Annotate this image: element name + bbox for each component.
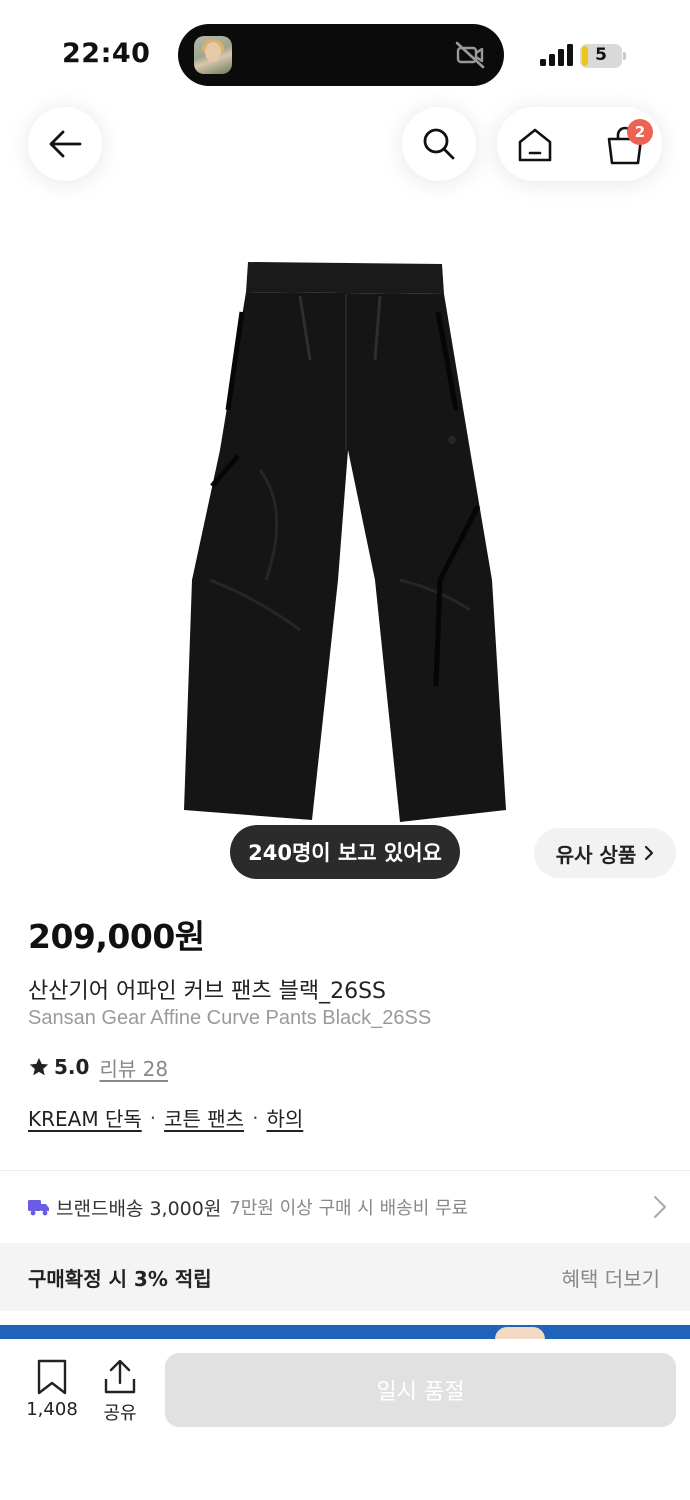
tag-separator: · bbox=[149, 1105, 157, 1130]
share-icon bbox=[104, 1359, 136, 1394]
benefits-more-link[interactable]: 혜택 더보기 bbox=[562, 1263, 660, 1292]
delivery-info-row[interactable]: 브랜드배송 3,000원 7만원 이상 구매 시 배송비 무료 bbox=[28, 1185, 668, 1229]
battery-level: 5 bbox=[595, 45, 607, 65]
tag-kream-exclusive[interactable]: KREAM 단독 bbox=[28, 1103, 142, 1132]
free-shipping-note: 7만원 이상 구매 시 배송비 무료 bbox=[229, 1198, 469, 1219]
share-label: 공유 bbox=[103, 1403, 137, 1424]
tag-separator: · bbox=[252, 1105, 259, 1130]
truck-icon bbox=[28, 1200, 49, 1216]
arrow-left-icon bbox=[49, 130, 82, 158]
product-price: 209,000원 bbox=[28, 917, 205, 956]
product-image[interactable] bbox=[170, 250, 520, 840]
similar-products-label: 유사 상품 bbox=[555, 842, 637, 867]
rating-value: 5.0 bbox=[54, 1055, 90, 1079]
similar-products-button[interactable]: 유사 상품 bbox=[534, 828, 676, 878]
viewers-count-chip: 240명이 보고 있어요 bbox=[230, 825, 460, 879]
search-icon bbox=[423, 128, 455, 160]
status-bar: 22:40 5 bbox=[0, 0, 690, 100]
nav-pill: 2 bbox=[497, 107, 662, 181]
sold-out-button[interactable]: 일시 품절 bbox=[165, 1353, 676, 1427]
dynamic-island[interactable] bbox=[178, 24, 504, 86]
delivery-fee: 브랜드배송 3,000원 bbox=[56, 1197, 222, 1220]
cart-count-badge: 2 bbox=[627, 119, 653, 145]
bookmark-count: 1,408 bbox=[26, 1399, 78, 1420]
camera-off-icon bbox=[455, 41, 485, 69]
review-link[interactable]: 리뷰 28 bbox=[99, 1053, 168, 1082]
bottom-action-bar: 1,408 공유 일시 품절 bbox=[0, 1339, 690, 1500]
share-button[interactable]: 공유 bbox=[92, 1359, 148, 1429]
rating-row: 5.0 리뷰 28 bbox=[28, 1053, 168, 1081]
tag-bottoms[interactable]: 하의 bbox=[266, 1103, 303, 1132]
points-text: 구매확정 시 3% 적립 bbox=[28, 1267, 212, 1291]
now-playing-thumbnail bbox=[194, 36, 232, 74]
points-benefit-bar[interactable]: 구매확정 시 3% 적립 혜택 더보기 bbox=[0, 1243, 690, 1311]
tag-cotton-pants[interactable]: 코튼 팬츠 bbox=[164, 1103, 244, 1132]
promo-banner[interactable] bbox=[0, 1325, 690, 1339]
signal-icon bbox=[540, 44, 573, 66]
bookmark-icon bbox=[37, 1359, 67, 1395]
search-button[interactable] bbox=[402, 107, 476, 181]
promo-banner-graphic bbox=[495, 1327, 545, 1339]
battery-icon: 5 bbox=[580, 44, 626, 68]
divider bbox=[0, 1170, 690, 1171]
bookmark-button[interactable]: 1,408 bbox=[20, 1359, 84, 1429]
chevron-right-icon bbox=[645, 845, 654, 861]
product-name-english: Sansan Gear Affine Curve Pants Black_26S… bbox=[28, 1007, 432, 1029]
status-time: 22:40 bbox=[62, 38, 151, 69]
product-name-korean: 산산기어 어파인 커브 팬츠 블랙_26SS bbox=[28, 979, 387, 1004]
home-icon[interactable] bbox=[515, 125, 555, 165]
star-icon bbox=[29, 1057, 49, 1076]
back-button[interactable] bbox=[28, 107, 102, 181]
chevron-right-icon bbox=[654, 1196, 666, 1218]
product-tags: KREAM 단독 · 코튼 팬츠 · 하의 bbox=[28, 1103, 303, 1132]
